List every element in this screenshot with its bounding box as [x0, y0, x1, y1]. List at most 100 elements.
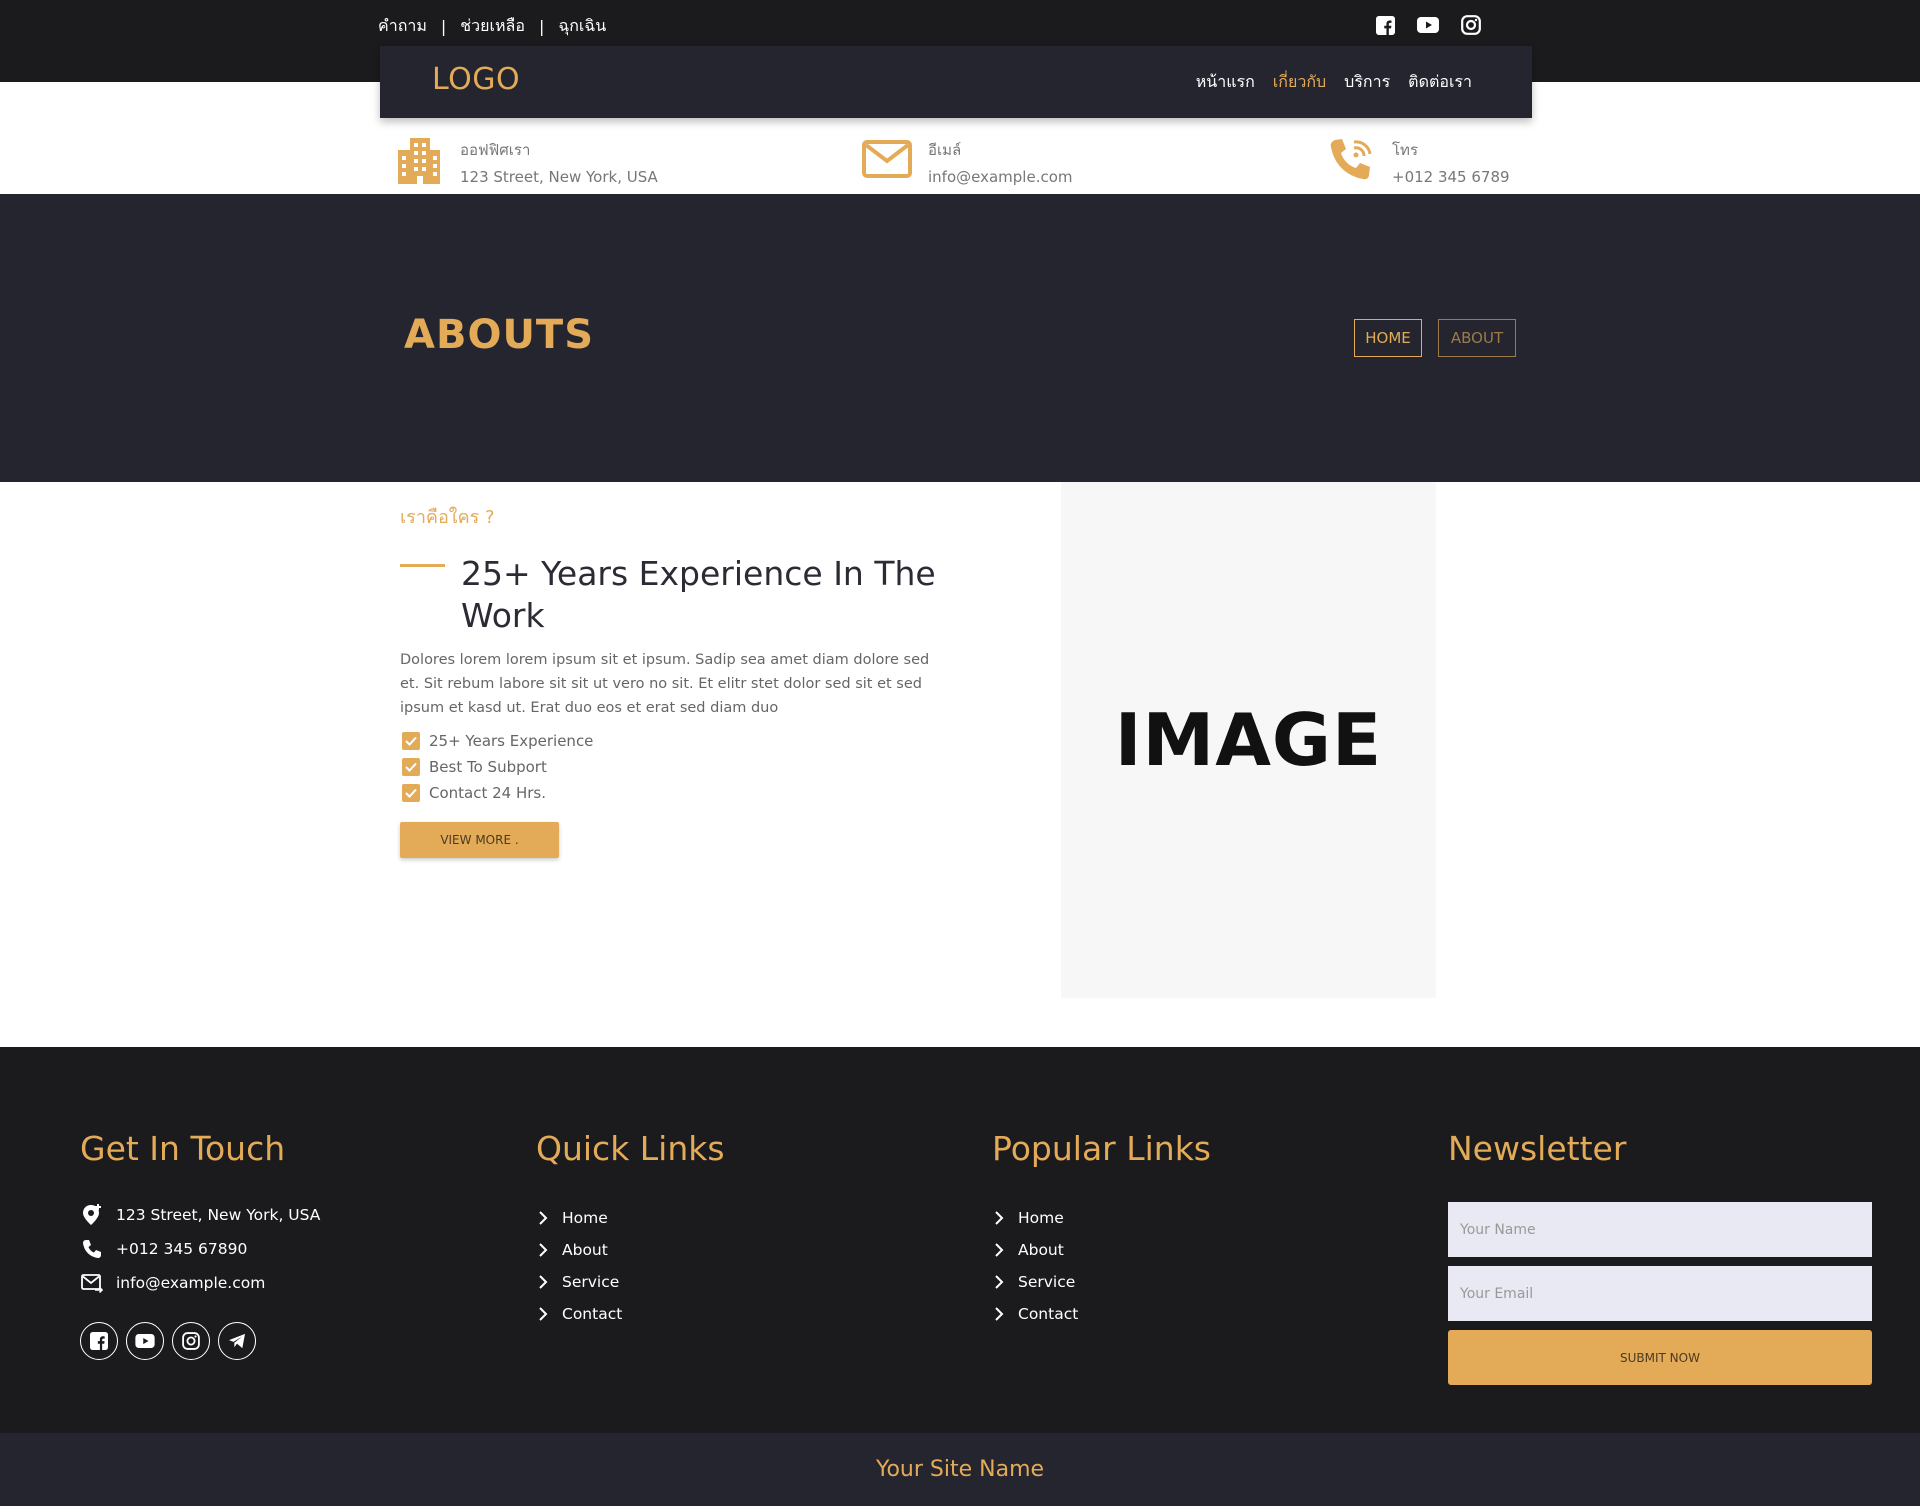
quick-link-label: Service [562, 1273, 620, 1291]
newsletter-email-input[interactable] [1448, 1266, 1872, 1321]
info-phone: โทร +012 345 6789 [1326, 134, 1510, 186]
quick-link-service[interactable]: Service [536, 1266, 725, 1298]
mail-forward-icon [80, 1271, 104, 1295]
popular-link-service[interactable]: Service [992, 1266, 1211, 1298]
nav-menu: หน้าแรก เกี่ยวกับ บริการ ติดต่อเรา [1196, 70, 1472, 95]
popular-link-label: Service [1018, 1273, 1076, 1291]
footer-email-text[interactable]: info@example.com [116, 1274, 265, 1292]
checklist-label: Best To Subport [429, 758, 547, 776]
info-email-label: อีเมล์ [928, 141, 962, 159]
quick-link-label: About [562, 1241, 608, 1259]
page-title: ABOUTS [404, 312, 595, 358]
footer-popular-links: Popular Links Home About Service Contact [992, 1129, 1211, 1330]
breadcrumb-about[interactable]: ABOUT [1438, 319, 1516, 357]
quick-link-contact[interactable]: Contact [536, 1298, 725, 1330]
popular-link-label: About [1018, 1241, 1064, 1259]
view-more-button[interactable]: VIEW MORE . [400, 822, 559, 858]
chevron-right-icon [536, 1275, 550, 1289]
telegram-icon[interactable] [218, 1322, 256, 1360]
footer-title-newsletter: Newsletter [1448, 1129, 1627, 1168]
check-icon [402, 784, 420, 802]
about-checklist: 25+ Years Experience Best To Subport Con… [402, 728, 593, 806]
quick-link-home[interactable]: Home [536, 1202, 725, 1234]
breadcrumb-home[interactable]: HOME [1354, 319, 1422, 357]
nav-item-about[interactable]: เกี่ยวกับ [1273, 70, 1326, 95]
footer-quick-links: Quick Links Home About Service Contact [536, 1129, 725, 1330]
instagram-icon[interactable] [1460, 14, 1482, 36]
site-footer: Get In Touch 123 Street, New York, USA +… [0, 1047, 1920, 1433]
info-phone-value[interactable]: +012 345 6789 [1392, 168, 1510, 186]
quick-link-about[interactable]: About [536, 1234, 725, 1266]
footer-email: info@example.com [80, 1266, 320, 1300]
site-logo[interactable]: LOGO [432, 62, 520, 97]
footer-title-quick-links: Quick Links [536, 1129, 725, 1168]
newsletter-submit-button[interactable]: SUBMIT NOW [1448, 1330, 1872, 1385]
popular-links-list: Home About Service Contact [992, 1202, 1211, 1330]
building-icon [394, 134, 444, 184]
footer-title-popular-links: Popular Links [992, 1129, 1211, 1168]
main-navbar: LOGO หน้าแรก เกี่ยวกับ บริการ ติดต่อเรา [380, 46, 1532, 118]
popular-link-about[interactable]: About [992, 1234, 1211, 1266]
info-office-value: 123 Street, New York, USA [460, 168, 658, 186]
about-subtitle: เราคือใคร ? [400, 507, 495, 528]
phone-wifi-icon [1326, 134, 1376, 184]
footer-title-get-in-touch: Get In Touch [80, 1129, 286, 1168]
nav-item-home[interactable]: หน้าแรก [1196, 70, 1255, 95]
footer-phone: +012 345 67890 [80, 1232, 320, 1266]
chevron-right-icon [536, 1307, 550, 1321]
chevron-right-icon [992, 1243, 1006, 1257]
top-links: คำถาม | ช่วยเหลือ | ฉุกเฉิน [378, 14, 606, 39]
info-email-value[interactable]: info@example.com [928, 168, 1073, 186]
top-link-emergency[interactable]: ฉุกเฉิน [558, 14, 606, 39]
top-link-faq[interactable]: คำถาม [378, 14, 427, 39]
about-paragraph: Dolores lorem lorem ipsum sit et ipsum. … [400, 652, 930, 716]
youtube-icon[interactable] [1417, 14, 1439, 36]
popular-link-label: Contact [1018, 1305, 1079, 1323]
envelope-icon [862, 134, 912, 184]
popular-link-label: Home [1018, 1209, 1064, 1227]
footer-phone-text[interactable]: +012 345 67890 [116, 1240, 247, 1258]
chevron-right-icon [536, 1211, 550, 1225]
footer-get-in-touch: Get In Touch 123 Street, New York, USA +… [80, 1129, 320, 1360]
quick-link-label: Home [562, 1209, 608, 1227]
copyright-bar: Your Site Name [0, 1433, 1920, 1506]
about-heading: 25+ Years Experience In The Work [461, 554, 936, 635]
footer-social-icons [80, 1322, 320, 1360]
top-social-icons [1374, 14, 1482, 36]
facebook-icon[interactable] [1374, 14, 1396, 36]
site-name[interactable]: Your Site Name [876, 1457, 1044, 1482]
popular-link-contact[interactable]: Contact [992, 1298, 1211, 1330]
image-placeholder-label: IMAGE [1114, 698, 1383, 782]
page-hero: ABOUTS HOME ABOUT [0, 194, 1920, 482]
checklist-item: 25+ Years Experience [402, 728, 593, 754]
checklist-label: 25+ Years Experience [429, 732, 594, 750]
chevron-right-icon [992, 1211, 1006, 1225]
nav-item-services[interactable]: บริการ [1344, 70, 1390, 95]
info-phone-text: โทร +012 345 6789 [1392, 134, 1510, 186]
info-email-text: อีเมล์ info@example.com [928, 134, 1073, 186]
footer-address: 123 Street, New York, USA [80, 1198, 320, 1232]
check-icon [402, 732, 420, 750]
chevron-right-icon [992, 1275, 1006, 1289]
info-email: อีเมล์ info@example.com [862, 134, 1073, 186]
quick-links-list: Home About Service Contact [536, 1202, 725, 1330]
check-icon [402, 758, 420, 776]
instagram-icon[interactable] [172, 1322, 210, 1360]
youtube-icon[interactable] [126, 1322, 164, 1360]
checklist-label: Contact 24 Hrs. [429, 784, 547, 802]
top-link-help[interactable]: ช่วยเหลือ [460, 14, 525, 39]
top-link-separator: | [440, 17, 447, 36]
info-office-text: ออฟฟิศเรา 123 Street, New York, USA [460, 134, 658, 186]
facebook-icon[interactable] [80, 1322, 118, 1360]
chevron-right-icon [536, 1243, 550, 1257]
footer-address-text: 123 Street, New York, USA [116, 1206, 321, 1224]
chevron-right-icon [992, 1307, 1006, 1321]
info-office-label: ออฟฟิศเรา [460, 141, 531, 159]
info-phone-label: โทร [1392, 141, 1419, 159]
nav-item-contact[interactable]: ติดต่อเรา [1408, 70, 1472, 95]
top-link-separator: | [538, 17, 545, 36]
popular-link-home[interactable]: Home [992, 1202, 1211, 1234]
footer-contact-list: 123 Street, New York, USA +012 345 67890… [80, 1198, 320, 1300]
phone-icon [80, 1237, 104, 1261]
newsletter-name-input[interactable] [1448, 1202, 1872, 1257]
